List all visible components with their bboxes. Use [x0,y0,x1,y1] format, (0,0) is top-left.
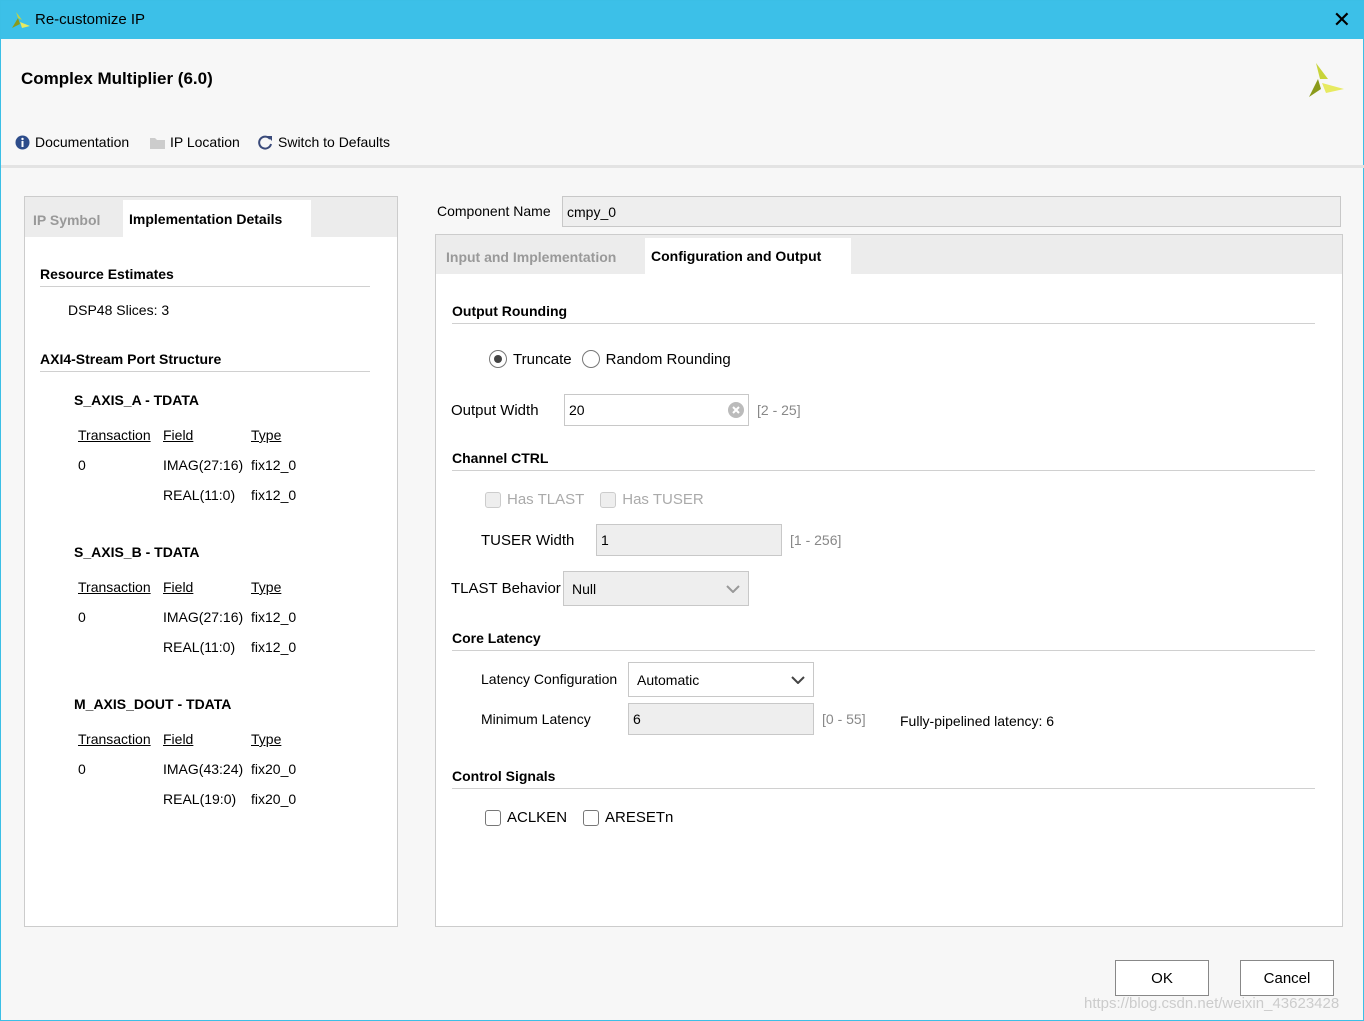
control-signals-heading: Control Signals [452,768,556,784]
column-header: Field [163,427,194,443]
port-name: S_AXIS_B - TDATA [74,544,200,560]
latency-config-value: Automatic [637,671,700,688]
column-header: Transaction [78,427,151,443]
output-width-value: 20 [569,402,585,418]
folder-icon [150,137,165,149]
info-icon [15,135,30,149]
table-cell: fix20_0 [251,791,297,807]
tlast-behavior-label: TLAST Behavior [451,580,561,597]
aclken-label: ACLKEN [507,809,568,826]
left-panel: IP Symbol Implementation Details Resourc… [24,196,398,927]
random-rounding-label: Random Rounding [605,350,731,368]
watermark: https://blog.csdn.net/weixin_43623428 [1084,995,1340,1012]
table-cell: 0 [78,609,86,625]
ip-location-button[interactable]: IP Location [150,134,240,150]
tab-implementation-details[interactable]: Implementation Details [123,200,311,237]
documentation-label: Documentation [35,134,130,150]
output-width-label: Output Width [451,402,539,419]
tab-configuration-output[interactable]: Configuration and Output [645,238,851,274]
chevron-down-icon [726,584,740,593]
has-tuser-checkbox[interactable] [600,491,617,508]
ip-location-label: IP Location [170,134,240,150]
cancel-button[interactable]: Cancel [1240,960,1334,996]
channel-ctrl-heading: Channel CTRL [452,450,549,466]
switch-defaults-button[interactable]: Switch to Defaults [258,134,390,150]
min-latency-range: [0 - 55] [822,711,866,727]
column-header: Type [251,579,282,595]
table-cell: REAL(11:0) [163,639,236,655]
table-cell: fix12_0 [251,487,297,503]
tuser-width-range: [1 - 256] [790,532,842,548]
tab-input-implementation[interactable]: Input and Implementation [440,239,622,274]
aclken-checkbox[interactable] [485,809,501,826]
min-latency-input[interactable]: 6 [628,703,814,735]
table-cell: IMAG(43:24) [163,761,244,777]
dsp-slices: DSP48 Slices: 3 [68,302,170,318]
column-header: Field [163,731,194,747]
clear-icon[interactable] [728,402,744,418]
switch-defaults-label: Switch to Defaults [278,134,391,150]
chevron-down-icon [791,675,805,684]
tlast-behavior-value: Null [572,580,597,597]
tab-ip-symbol[interactable]: IP Symbol [27,202,106,237]
table-cell: fix12_0 [251,457,297,473]
axi-heading: AXI4-Stream Port Structure [40,351,222,367]
component-name-label: Component Name [437,203,551,219]
output-rounding-heading: Output Rounding [452,303,568,319]
table-cell: fix12_0 [251,639,297,655]
xilinx-logo-icon [12,12,30,28]
refresh-icon [258,135,272,150]
tuser-width-input[interactable]: 1 [596,524,782,556]
column-header: Transaction [78,579,151,595]
pipelined-latency: Fully-pipelined latency: 6 [900,713,1055,729]
port-name: S_AXIS_A - TDATA [74,392,199,408]
table-cell: IMAG(27:16) [163,457,244,473]
has-tlast-label: Has TLAST [507,491,585,508]
right-panel: Input and Implementation Configuration a… [435,234,1343,927]
truncate-label: Truncate [513,350,572,368]
min-latency-label: Minimum Latency [481,711,591,727]
table-cell: fix12_0 [251,609,297,625]
column-header: Type [251,427,282,443]
table-cell: REAL(19:0) [163,791,237,807]
latency-config-label: Latency Configuration [481,671,618,687]
column-header: Transaction [78,731,151,747]
component-name-input[interactable]: cmpy_0 [562,196,1341,227]
truncate-radio[interactable] [489,350,507,368]
documentation-button[interactable]: Documentation [15,134,129,150]
column-header: Type [251,731,282,747]
port-name: M_AXIS_DOUT - TDATA [74,696,232,712]
core-latency-heading: Core Latency [452,630,541,646]
table-cell: fix20_0 [251,761,297,777]
aresetn-checkbox[interactable] [583,809,600,826]
ok-button[interactable]: OK [1115,960,1209,996]
title-bar: Re-customize IP ✕ [1,1,1364,39]
divider [1,165,1364,168]
random-rounding-radio[interactable] [581,350,600,368]
tuser-width-label: TUSER Width [481,532,575,549]
page-title: Complex Multiplier (6.0) [21,69,213,88]
output-width-input[interactable]: 20 [564,394,749,426]
column-header: Field [163,579,194,595]
latency-config-select[interactable]: Automatic [628,662,814,697]
xilinx-logo-icon [1309,63,1344,97]
resource-estimates-heading: Resource Estimates [40,266,174,282]
has-tuser-label: Has TUSER [622,491,704,508]
table-cell: IMAG(27:16) [163,609,244,625]
table-cell: 0 [78,761,86,777]
tlast-behavior-select[interactable]: Null [563,571,749,606]
aresetn-label: ARESETn [605,809,674,826]
has-tlast-checkbox[interactable] [485,491,501,508]
output-width-range: [2 - 25] [757,402,801,418]
window-title: Re-customize IP [35,11,146,28]
close-icon[interactable]: ✕ [1333,7,1351,33]
table-cell: REAL(11:0) [163,487,236,503]
table-cell: 0 [78,457,86,473]
